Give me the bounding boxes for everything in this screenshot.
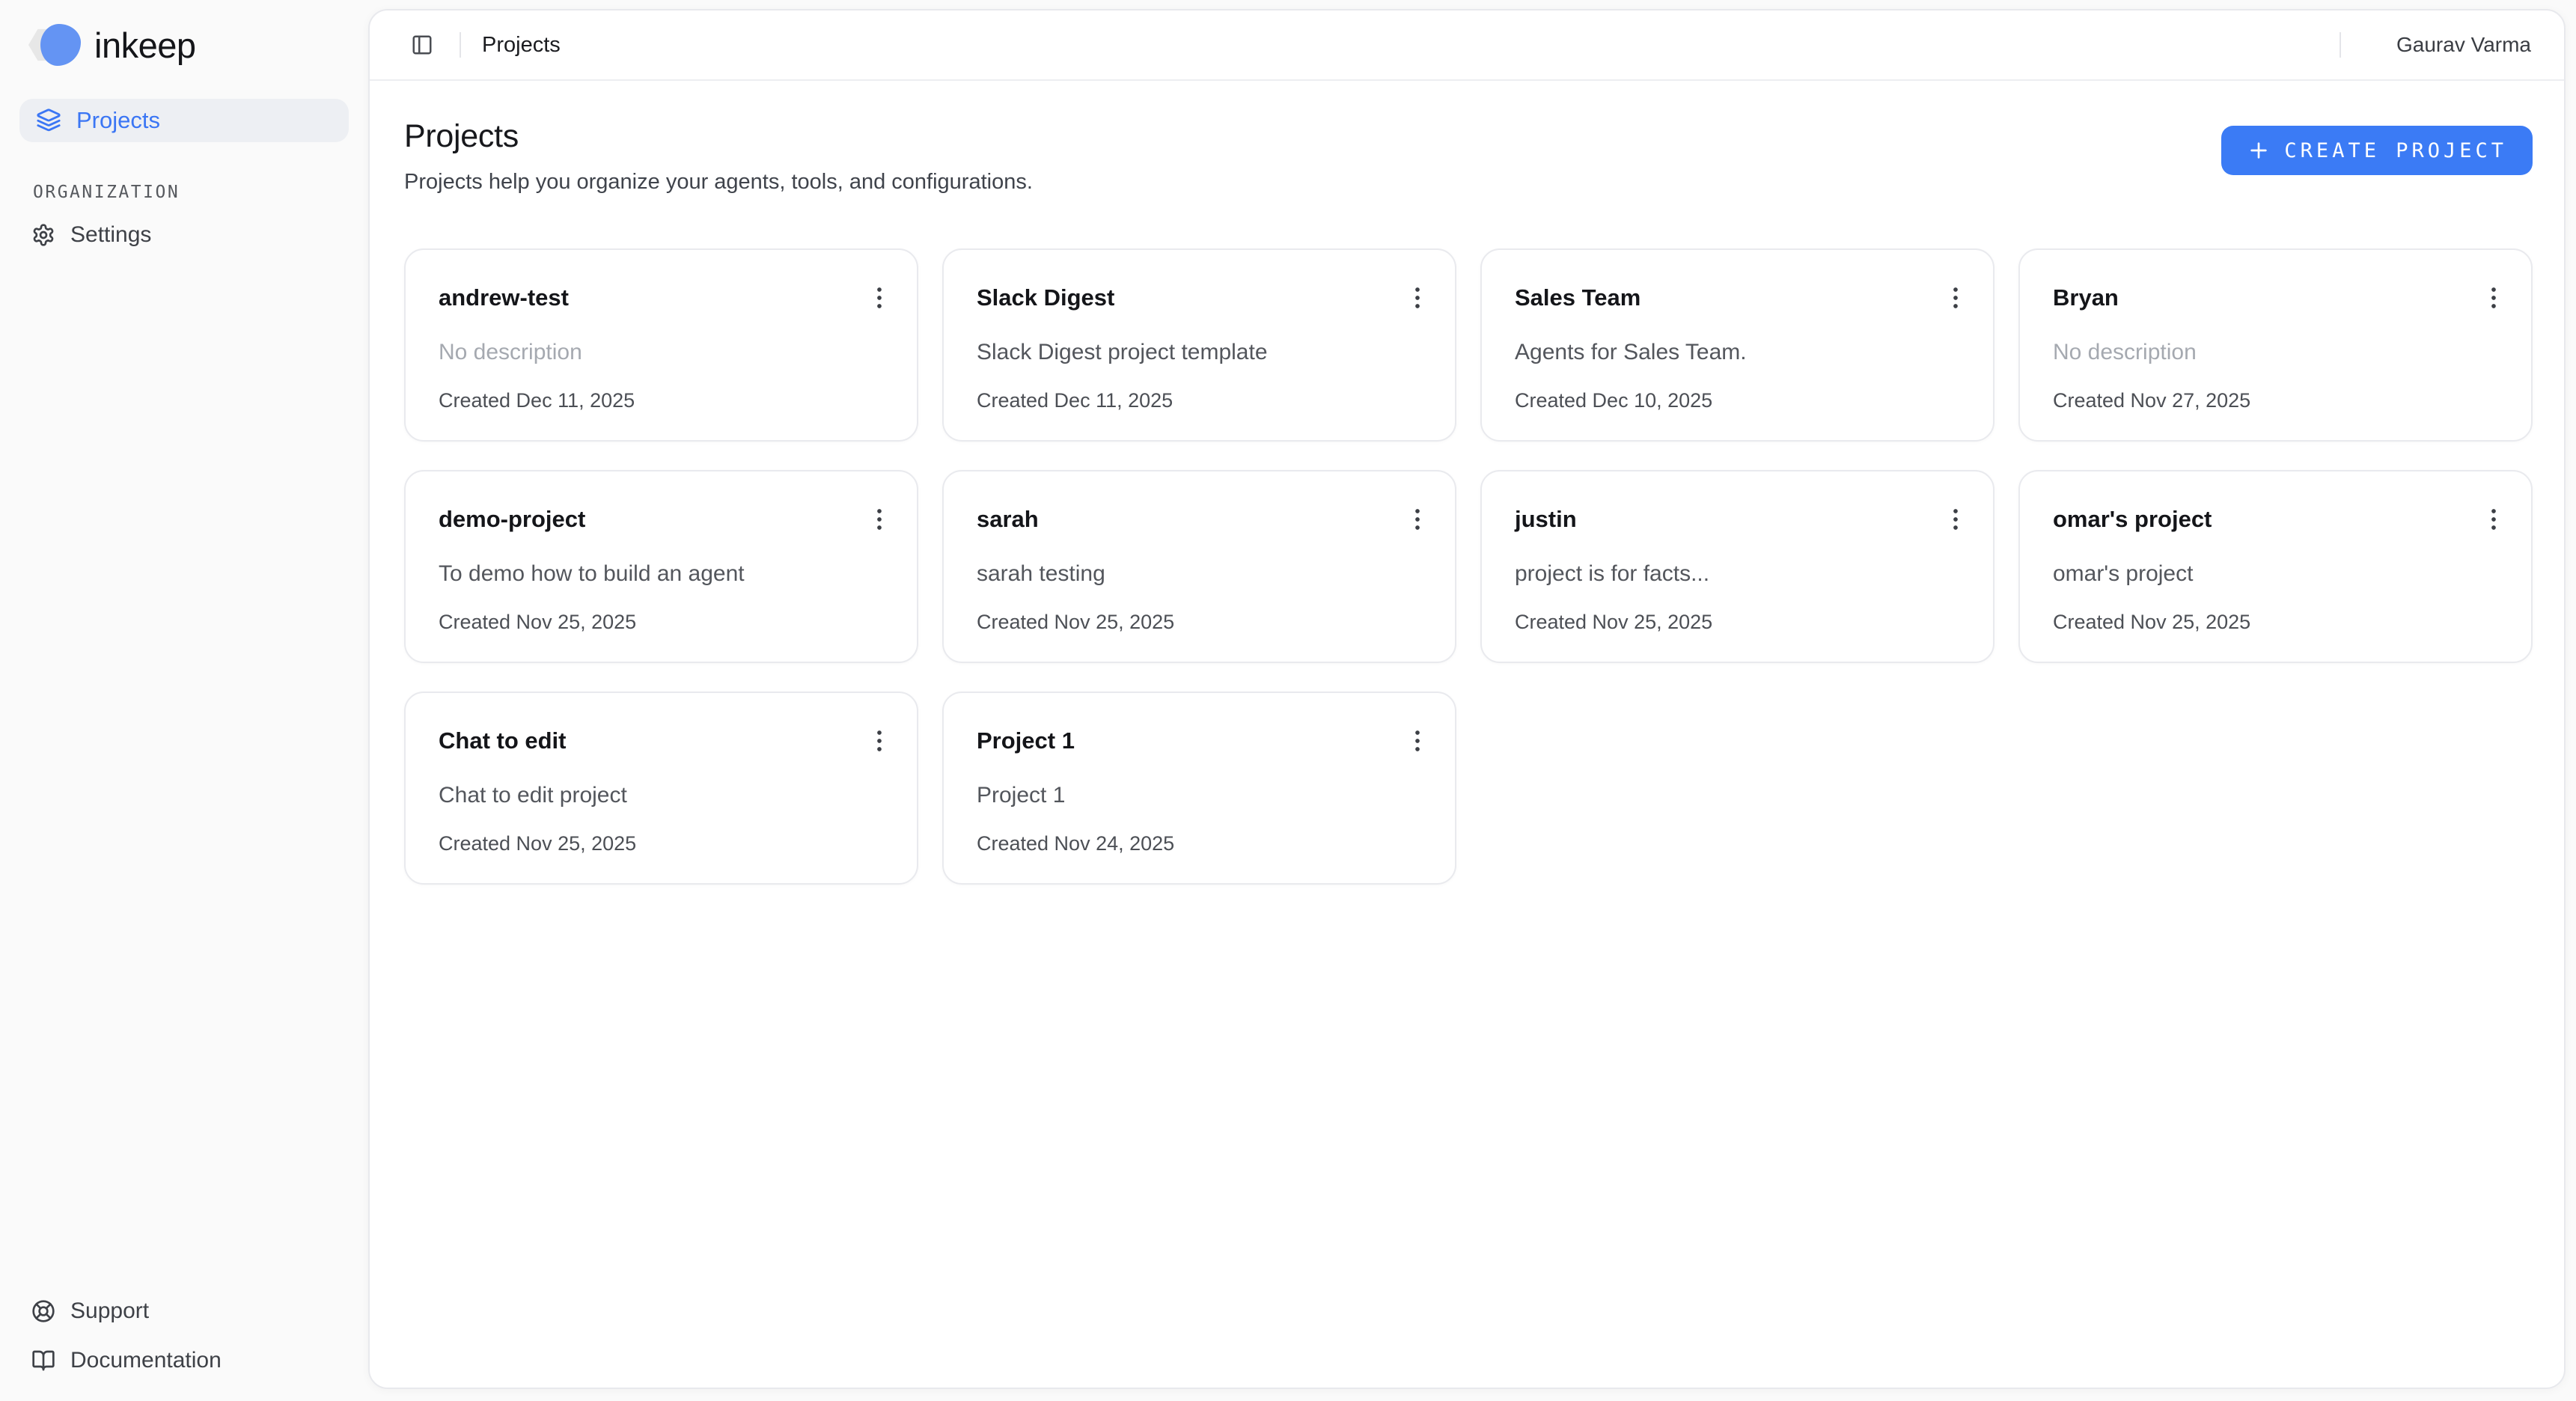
project-card-menu-button[interactable]	[861, 280, 897, 316]
create-project-label: CREATE PROJECT	[2284, 139, 2507, 162]
project-card-menu-button[interactable]	[1400, 280, 1435, 316]
kebab-vertical-icon	[864, 504, 894, 534]
project-card[interactable]: Project 1 Project 1 Created Nov 24, 2025	[942, 692, 1456, 885]
projects-grid: andrew-test No description Created Dec 1…	[404, 248, 2533, 885]
project-card[interactable]: Slack Digest Slack Digest project templa…	[942, 248, 1456, 442]
sidebar-item-label: Projects	[76, 107, 160, 134]
kebab-vertical-icon	[864, 726, 894, 756]
project-card-created-date: Created Nov 25, 2025	[977, 611, 1435, 634]
panel-left-icon	[411, 34, 433, 56]
kebab-vertical-icon	[1403, 726, 1432, 756]
book-open-icon	[31, 1349, 55, 1373]
sidebar-item-projects[interactable]: Projects	[19, 99, 349, 142]
project-card-created-date: Created Nov 25, 2025	[1515, 611, 1974, 634]
kebab-vertical-icon	[864, 283, 894, 313]
kebab-vertical-icon	[2479, 504, 2509, 534]
project-card-description: To demo how to build an agent	[439, 561, 897, 587]
layers-icon	[36, 108, 61, 133]
project-card[interactable]: sarah sarah testing Created Nov 25, 2025	[942, 470, 1456, 663]
gear-icon	[31, 223, 55, 247]
project-card[interactable]: omar's project omar's project Created No…	[2018, 470, 2533, 663]
kebab-vertical-icon	[2479, 283, 2509, 313]
sidebar-section-label: ORGANIZATION	[33, 183, 349, 202]
project-card-title: andrew-test	[439, 280, 569, 311]
project-card-created-date: Created Dec 11, 2025	[439, 389, 897, 412]
project-card-title: Project 1	[977, 723, 1075, 754]
brand-logo-link[interactable]: inkeep	[19, 19, 349, 70]
create-project-button[interactable]: CREATE PROJECT	[2221, 126, 2533, 175]
project-card[interactable]: demo-project To demo how to build an age…	[404, 470, 918, 663]
project-card-created-date: Created Nov 27, 2025	[2053, 389, 2512, 412]
project-card-menu-button[interactable]	[1400, 723, 1435, 759]
project-card-description: omar's project	[2053, 561, 2512, 587]
project-card-description: No description	[2053, 340, 2512, 365]
project-card-title: sarah	[977, 501, 1039, 533]
project-card-description: project is for facts...	[1515, 561, 1974, 587]
project-card-title: omar's project	[2053, 501, 2212, 533]
project-card-menu-button[interactable]	[1400, 501, 1435, 537]
project-card-created-date: Created Nov 25, 2025	[2053, 611, 2512, 634]
project-card[interactable]: andrew-test No description Created Dec 1…	[404, 248, 918, 442]
project-card-created-date: Created Nov 25, 2025	[439, 832, 897, 855]
sidebar-item-settings[interactable]: Settings	[19, 214, 349, 256]
project-card-description: sarah testing	[977, 561, 1435, 587]
sidebar-item-label: Support	[70, 1298, 149, 1324]
plus-icon	[2247, 138, 2271, 162]
breadcrumb[interactable]: Projects	[482, 33, 561, 58]
project-card-menu-button[interactable]	[2476, 280, 2512, 316]
page-header: Projects Projects help you organize your…	[404, 118, 2533, 195]
project-card[interactable]: Chat to edit Chat to edit project Create…	[404, 692, 918, 885]
project-card[interactable]: Sales Team Agents for Sales Team. Create…	[1480, 248, 1994, 442]
topbar-divider	[2340, 32, 2341, 58]
project-card-title: justin	[1515, 501, 1577, 533]
project-card[interactable]: Bryan No description Created Nov 27, 202…	[2018, 248, 2533, 442]
kebab-vertical-icon	[1941, 283, 1971, 313]
project-card-menu-button[interactable]	[861, 501, 897, 537]
sidebar-item-support[interactable]: Support	[19, 1290, 349, 1332]
project-card-description: Agents for Sales Team.	[1515, 340, 1974, 365]
brand-wordmark: inkeep	[94, 25, 196, 66]
project-card-menu-button[interactable]	[861, 723, 897, 759]
sidebar-item-label: Settings	[70, 222, 151, 248]
page-subtitle: Projects help you organize your agents, …	[404, 170, 1033, 195]
project-card-description: Slack Digest project template	[977, 340, 1435, 365]
project-card-created-date: Created Nov 25, 2025	[439, 611, 897, 634]
project-card-description: Project 1	[977, 783, 1435, 808]
lifebuoy-icon	[31, 1299, 55, 1323]
project-card-created-date: Created Nov 24, 2025	[977, 832, 1435, 855]
kebab-vertical-icon	[1941, 504, 1971, 534]
kebab-vertical-icon	[1403, 504, 1432, 534]
user-menu[interactable]: Gaurav Varma	[2396, 33, 2531, 57]
main-panel: Projects Gaurav Varma Projects Projects …	[368, 9, 2566, 1389]
topbar-divider	[460, 32, 461, 58]
inkeep-blob-logo-icon	[28, 24, 82, 66]
project-card-menu-button[interactable]	[1938, 280, 1974, 316]
logo-blob-shape	[40, 24, 81, 66]
project-card-title: demo-project	[439, 501, 585, 533]
project-card-description: No description	[439, 340, 897, 365]
kebab-vertical-icon	[1403, 283, 1432, 313]
content-area: Projects Projects help you organize your…	[370, 81, 2564, 1388]
project-card-title: Chat to edit	[439, 723, 567, 754]
project-card-title: Slack Digest	[977, 280, 1114, 311]
project-card[interactable]: justin project is for facts... Created N…	[1480, 470, 1994, 663]
topbar: Projects Gaurav Varma	[370, 10, 2564, 81]
project-card-title: Sales Team	[1515, 280, 1640, 311]
project-card-created-date: Created Dec 11, 2025	[977, 389, 1435, 412]
sidebar-item-label: Documentation	[70, 1348, 222, 1373]
project-card-title: Bryan	[2053, 280, 2119, 311]
sidebar-toggle-button[interactable]	[406, 28, 439, 61]
project-card-created-date: Created Dec 10, 2025	[1515, 389, 1974, 412]
sidebar-item-documentation[interactable]: Documentation	[19, 1340, 349, 1382]
sidebar-footer: Support Documentation	[19, 1290, 349, 1382]
project-card-menu-button[interactable]	[1938, 501, 1974, 537]
sidebar: inkeep Projects ORGANIZATION Settings	[0, 0, 368, 1401]
project-card-description: Chat to edit project	[439, 783, 897, 808]
page-title: Projects	[404, 118, 1033, 155]
project-card-menu-button[interactable]	[2476, 501, 2512, 537]
